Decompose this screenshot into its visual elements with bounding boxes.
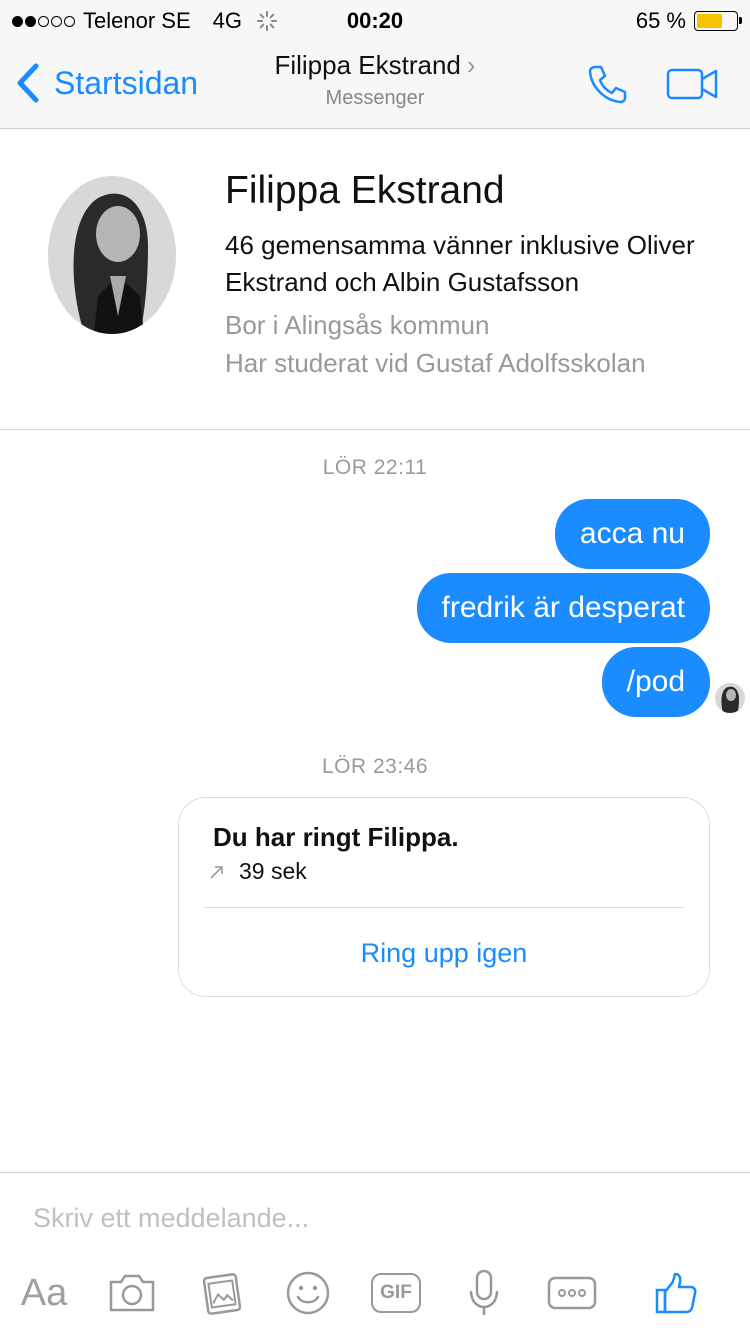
thumbs-up-icon — [655, 1272, 697, 1314]
profile-avatar[interactable] — [48, 176, 176, 334]
battery-icon — [694, 11, 742, 31]
profile-education: Har studerat vid Gustaf Adolfsskolan — [225, 348, 646, 378]
battery-percent: 65 % — [635, 8, 686, 33]
call-duration: 39 sek — [207, 858, 307, 885]
chevron-right-icon: › — [466, 50, 476, 80]
text-format-button[interactable]: Aa — [14, 1263, 74, 1323]
profile-name: Filippa Ekstrand — [225, 169, 505, 212]
conversation-subtitle: Messenger — [325, 87, 425, 109]
message-bubble[interactable]: fredrik är desperat — [416, 573, 710, 643]
gif-icon: GIF — [371, 1273, 421, 1313]
microphone-button[interactable] — [454, 1263, 514, 1323]
message-input[interactable]: Skriv ett meddelande... — [33, 1203, 309, 1234]
smiley-icon — [286, 1271, 330, 1315]
back-button[interactable]: Startsidan — [14, 62, 198, 104]
more-icon — [547, 1276, 597, 1310]
video-call-icon[interactable] — [666, 66, 720, 102]
message-composer: Skriv ett meddelande... Aa GIF — [0, 1172, 750, 1335]
call-duration-text: 39 sek — [239, 858, 307, 884]
profile-header: Filippa Ekstrand 46 gemensamma vänner in… — [0, 129, 750, 430]
message-bubble[interactable]: acca nu — [554, 499, 710, 569]
more-options-button[interactable] — [542, 1263, 602, 1323]
call-again-button[interactable]: Ring upp igen — [179, 938, 709, 969]
text-format-icon: Aa — [20, 1271, 68, 1314]
timestamp: LÖR 23:46 — [321, 755, 429, 778]
microphone-icon — [469, 1269, 499, 1315]
conversation-title: Filippa Ekstrand — [274, 50, 461, 80]
chevron-left-icon — [17, 63, 39, 103]
status-bar: Telenor SE 4G 00:20 65 % — [0, 0, 750, 40]
photo-gallery-button[interactable] — [190, 1263, 250, 1323]
composer-toolbar: Aa GIF — [0, 1263, 750, 1323]
outgoing-arrow-icon — [210, 865, 223, 879]
call-title: Du har ringt Filippa. — [213, 822, 459, 852]
mutual-friends: 46 gemensamma vänner inklusive Oliver Ek… — [225, 230, 695, 297]
phone-call-icon[interactable] — [586, 62, 630, 106]
camera-button[interactable] — [102, 1263, 162, 1323]
gif-button[interactable]: GIF — [366, 1263, 426, 1323]
message-bubble[interactable]: /pod — [601, 647, 710, 717]
timestamp: LÖR 22:11 — [322, 456, 428, 479]
divider — [205, 907, 683, 908]
read-receipt-avatar — [715, 683, 745, 713]
conversation-header[interactable]: Filippa Ekstrand › Messenger — [175, 50, 575, 110]
sticker-button[interactable] — [278, 1263, 338, 1323]
photo-gallery-icon — [202, 1273, 242, 1315]
camera-icon — [109, 1274, 155, 1312]
battery-info: 65 % — [635, 8, 742, 34]
navigation-bar: Startsidan Filippa Ekstrand › Messenger — [0, 40, 750, 129]
profile-location: Bor i Alingsås kommun — [225, 310, 490, 340]
like-button[interactable] — [646, 1263, 706, 1323]
call-summary-card: Du har ringt Filippa. 39 sek Ring upp ig… — [178, 797, 710, 997]
